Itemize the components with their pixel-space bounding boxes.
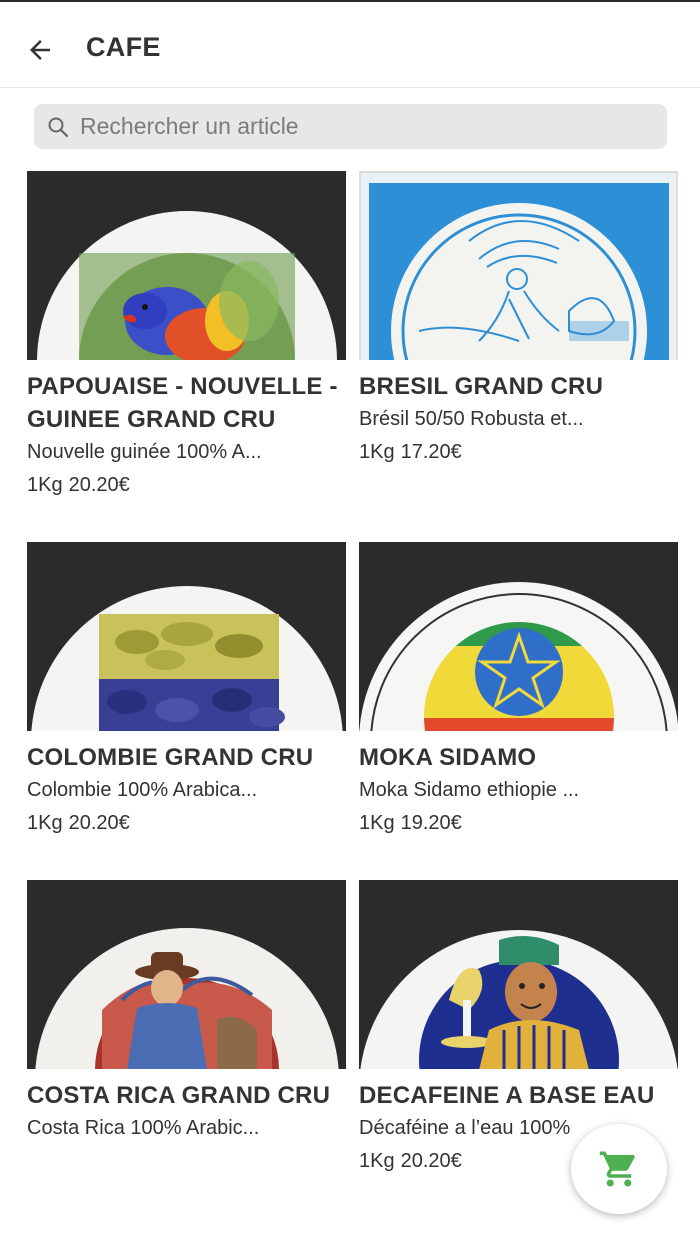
- product-name: PAPOUAISE - NOUVELLE - GUINEE GRAND CRU: [27, 373, 338, 433]
- app-header: CAFE: [0, 2, 700, 88]
- product-description: Nouvelle guinée 100% A...: [27, 441, 262, 463]
- product-price: 19.20€: [400, 812, 462, 834]
- product-description: Colombie 100% Arabica...: [27, 779, 258, 801]
- product-price: 20.20€: [68, 474, 130, 496]
- arrow-left-icon: [30, 40, 50, 60]
- product-weight: 1Kg: [359, 1150, 395, 1172]
- product-image: [27, 880, 346, 1069]
- search-icon: [48, 117, 69, 138]
- back-button[interactable]: [18, 28, 62, 72]
- search-input[interactable]: [80, 104, 655, 149]
- shopping-cart-icon: [599, 1151, 635, 1187]
- product-name: COLOMBIE GRAND CRU: [27, 744, 314, 771]
- product-card[interactable]: MOKA SIDAMO Moka Sidamo ethiopie ... 1Kg…: [359, 542, 678, 836]
- product-weight: 1Kg: [27, 812, 63, 834]
- product-price-row: 1Kg 20.20€: [27, 810, 346, 836]
- product-name: COSTA RICA GRAND CRU: [27, 1082, 331, 1109]
- product-card[interactable]: PAPOUAISE - NOUVELLE - GUINEE GRAND CRU …: [27, 171, 346, 498]
- product-name: BRESIL GRAND CRU: [359, 373, 604, 400]
- product-weight: 1Kg: [27, 474, 63, 496]
- product-price: 20.20€: [400, 1150, 462, 1172]
- product-card[interactable]: COLOMBIE GRAND CRU Colombie 100% Arabica…: [27, 542, 346, 836]
- product-name: DECAFEINE A BASE EAU: [359, 1082, 655, 1109]
- product-description: Costa Rica 100% Arabic...: [27, 1117, 260, 1139]
- product-image: [27, 542, 346, 731]
- product-card[interactable]: COSTA RICA GRAND CRU Costa Rica 100% Ara…: [27, 880, 346, 1141]
- page-title: CAFE: [86, 32, 161, 62]
- product-price-row: 1Kg 20.20€: [27, 472, 346, 498]
- product-image: [359, 880, 678, 1069]
- product-price: 17.20€: [400, 441, 462, 463]
- product-name: MOKA SIDAMO: [359, 744, 537, 771]
- product-description: Brésil 50/50 Robusta et...: [359, 408, 584, 430]
- product-description: Moka Sidamo ethiopie ...: [359, 779, 580, 801]
- product-weight: 1Kg: [359, 441, 395, 463]
- search-bar[interactable]: [34, 104, 667, 149]
- product-price: 20.20€: [68, 812, 130, 834]
- product-weight: 1Kg: [359, 812, 395, 834]
- cart-button[interactable]: [571, 1124, 667, 1214]
- product-price-row: 1Kg 17.20€: [359, 439, 678, 465]
- product-price-row: 1Kg 19.20€: [359, 810, 678, 836]
- product-card[interactable]: BRESIL GRAND CRU Brésil 50/50 Robusta et…: [359, 171, 678, 465]
- product-image: [27, 171, 346, 360]
- product-image: [359, 171, 678, 360]
- product-image: [359, 542, 678, 731]
